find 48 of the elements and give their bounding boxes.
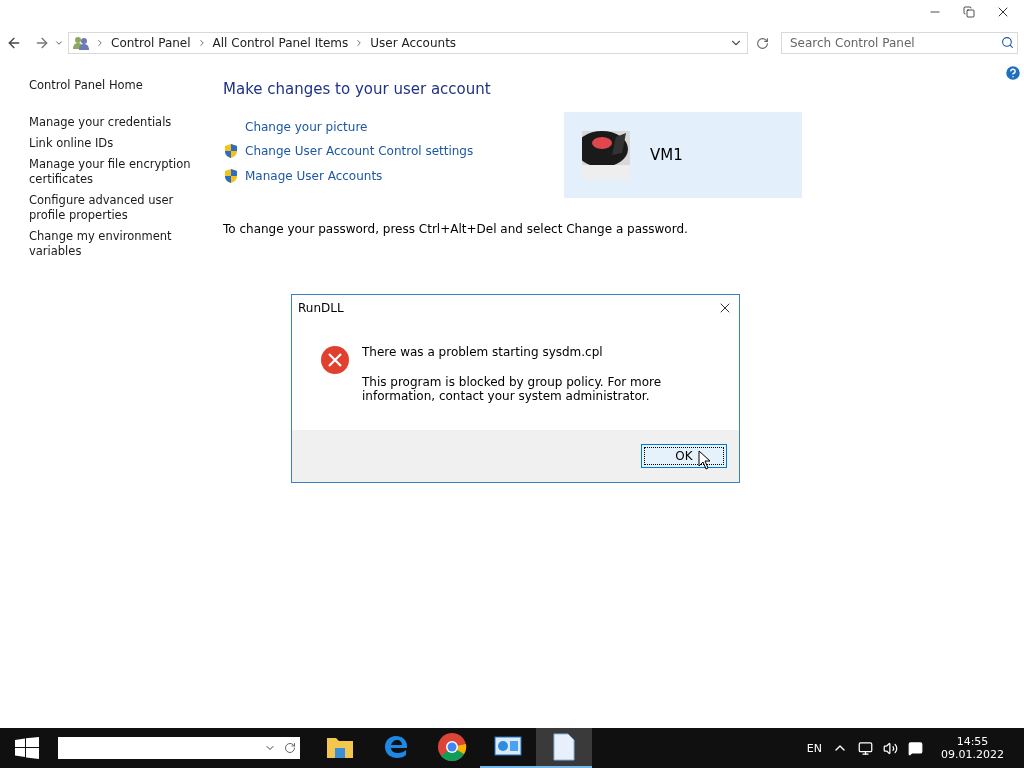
sidebar-link[interactable]: Manage your file encryption certificates xyxy=(29,157,194,187)
error-icon xyxy=(320,345,350,375)
help-icon[interactable] xyxy=(1004,64,1022,82)
clock[interactable]: 14:55 09.01.2022 xyxy=(941,735,1004,761)
forward-button[interactable] xyxy=(34,35,50,51)
search-icon xyxy=(1001,36,1014,49)
search-field[interactable]: Search Control Panel xyxy=(781,32,1018,54)
recent-locations-button[interactable] xyxy=(54,38,64,48)
breadcrumb-item[interactable]: Control Panel xyxy=(111,36,191,50)
e-logo-icon xyxy=(383,734,409,760)
folder-icon xyxy=(326,735,354,759)
sidebar-link[interactable]: Manage your credentials xyxy=(29,115,194,130)
users-icon xyxy=(73,36,89,50)
chevron-icon xyxy=(95,38,105,48)
sidebar-link[interactable]: Change my environment variables xyxy=(29,229,194,259)
breadcrumb-item[interactable]: All Control Panel Items xyxy=(212,36,349,50)
address-bar[interactable]: Control Panel All Control Panel Items User Accounts xyxy=(68,32,748,54)
chrome-icon xyxy=(437,732,467,762)
taskbar-app[interactable] xyxy=(536,728,592,768)
windows-logo-icon xyxy=(15,737,39,759)
error-heading: There was a problem starting sysdm.cpl xyxy=(362,345,604,359)
task-link[interactable]: Change User Account Control settings xyxy=(245,144,474,158)
sidebar-link[interactable]: Control Panel Home xyxy=(29,78,194,93)
breadcrumb-item[interactable]: User Accounts xyxy=(370,36,457,50)
taskbar-search-field[interactable] xyxy=(58,737,300,759)
refresh-button[interactable] xyxy=(756,36,769,50)
refresh-icon[interactable] xyxy=(284,742,296,754)
restore-icon xyxy=(963,6,975,18)
cursor-icon xyxy=(698,450,712,470)
page-heading: Make changes to your user account xyxy=(223,80,492,98)
account-name: VM1 xyxy=(650,146,683,164)
task-link[interactable]: Manage User Accounts xyxy=(245,169,383,183)
task-link[interactable]: Change your picture xyxy=(245,120,368,134)
shield-icon xyxy=(223,143,239,159)
error-message: This program is blocked by group policy. For more information, contact your system administrator. xyxy=(362,375,663,403)
sidebar-link[interactable]: Link online IDs xyxy=(29,136,194,151)
back-button[interactable] xyxy=(6,35,22,51)
language-indicator[interactable]: EN xyxy=(806,741,822,755)
password-note: To change your password, press Ctrl+Alt+Del and select Change a password. xyxy=(223,222,689,236)
shield-icon xyxy=(223,168,239,184)
volume-icon[interactable] xyxy=(883,740,898,756)
dialog-title: RunDLL xyxy=(298,301,344,315)
notification-icon[interactable] xyxy=(908,740,923,756)
sidebar-link[interactable]: Configure advanced user profile properties xyxy=(29,193,194,223)
network-icon[interactable] xyxy=(858,740,873,756)
document-icon xyxy=(553,733,575,761)
ok-button[interactable]: OK xyxy=(641,444,727,468)
control-panel-icon xyxy=(494,735,522,759)
